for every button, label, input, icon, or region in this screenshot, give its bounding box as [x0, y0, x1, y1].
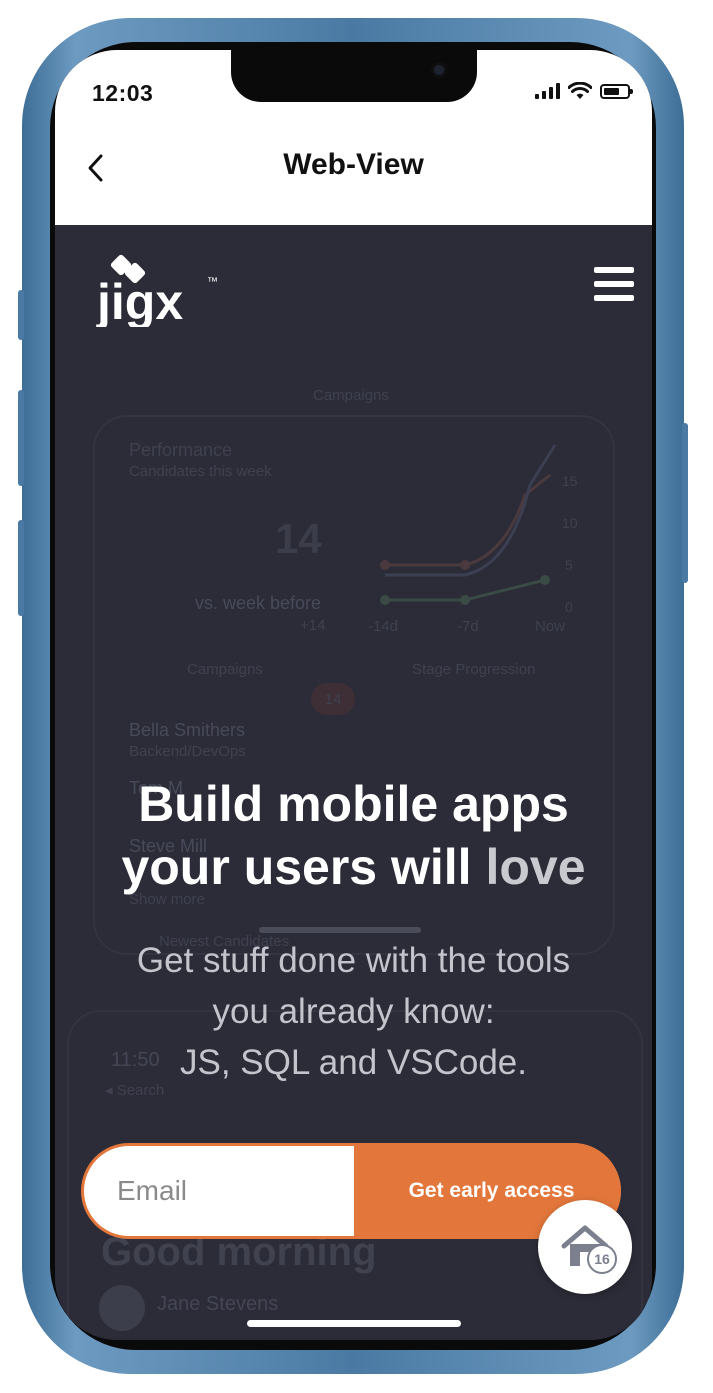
- floating-home-button[interactable]: 16: [538, 1200, 632, 1294]
- preview-performance-title: Performance: [129, 440, 233, 460]
- preview-person1-name: Bella Smithers: [129, 720, 246, 740]
- hero-headline-line1: Build mobile apps: [138, 776, 569, 832]
- cellular-signal-icon: [535, 83, 560, 99]
- preview-ytick-5: 5: [565, 557, 573, 573]
- preview-ytick-0: 0: [565, 599, 573, 615]
- status-time: 12:03: [92, 80, 154, 106]
- silent-switch: [18, 290, 24, 340]
- svg-text:™: ™: [207, 276, 218, 288]
- volume-up-button: [18, 390, 24, 486]
- wifi-icon: [568, 82, 592, 99]
- preview-line-chart: [380, 444, 557, 605]
- svg-text:jigx: jigx: [96, 274, 183, 327]
- hero-subtitle-line2: you already know:: [212, 992, 495, 1031]
- home-badge-count: 16: [587, 1244, 617, 1274]
- preview-ytick-10: 10: [562, 515, 578, 531]
- preview-badge: 14: [311, 683, 355, 715]
- jigx-logo[interactable]: jigx ™: [95, 247, 235, 327]
- hero-headline-accent: love: [485, 839, 586, 895]
- notch: [231, 50, 477, 102]
- preview-performance-sub: Candidates this week: [129, 463, 272, 480]
- preview-ytick-15: 15: [562, 473, 578, 489]
- hero-subtitle: Get stuff done with the tools you alread…: [75, 935, 632, 1088]
- preview-delta: +14: [300, 617, 326, 634]
- preview-tab-campaigns: Campaigns: [187, 661, 263, 678]
- preview-avatar: [99, 1285, 145, 1331]
- hero-headline-line2: your users will love: [121, 839, 586, 895]
- hamburger-menu-icon[interactable]: [594, 267, 634, 301]
- preview-xtick-1: -14d: [368, 618, 399, 635]
- front-camera-icon: [431, 62, 447, 78]
- preview-user-name: Jane Stevens: [157, 1293, 279, 1315]
- preview-campaigns-label: Campaigns: [313, 387, 389, 404]
- phone-screen: 12:03 Web-View Campaigns Performance Can…: [55, 50, 652, 1340]
- volume-down-button: [18, 520, 24, 616]
- preview-big-number: 14: [275, 515, 322, 562]
- status-icons: [535, 82, 633, 100]
- preview-xtick-3: Now: [535, 618, 566, 635]
- preview-tab-stage: Stage Progression: [412, 661, 536, 678]
- preview-xtick-2: -7d: [457, 618, 479, 635]
- signup-form: Get early access: [81, 1143, 621, 1239]
- hero-subtitle-line1: Get stuff done with the tools: [136, 941, 571, 980]
- web-view-content[interactable]: Campaigns Performance Candidates this we…: [55, 225, 652, 1340]
- battery-icon: [600, 83, 633, 99]
- preview-vs-label: vs. week before: [195, 593, 322, 613]
- power-button: [682, 423, 688, 583]
- preview-person1-role: Backend/DevOps: [129, 743, 246, 760]
- hero-subtitle-line3: JS, SQL and VSCode.: [180, 1043, 527, 1082]
- hero-headline: Build mobile apps your users will love: [55, 773, 652, 899]
- page-title: Web-View: [283, 148, 424, 181]
- home-indicator[interactable]: [247, 1320, 461, 1327]
- email-input[interactable]: [84, 1146, 354, 1236]
